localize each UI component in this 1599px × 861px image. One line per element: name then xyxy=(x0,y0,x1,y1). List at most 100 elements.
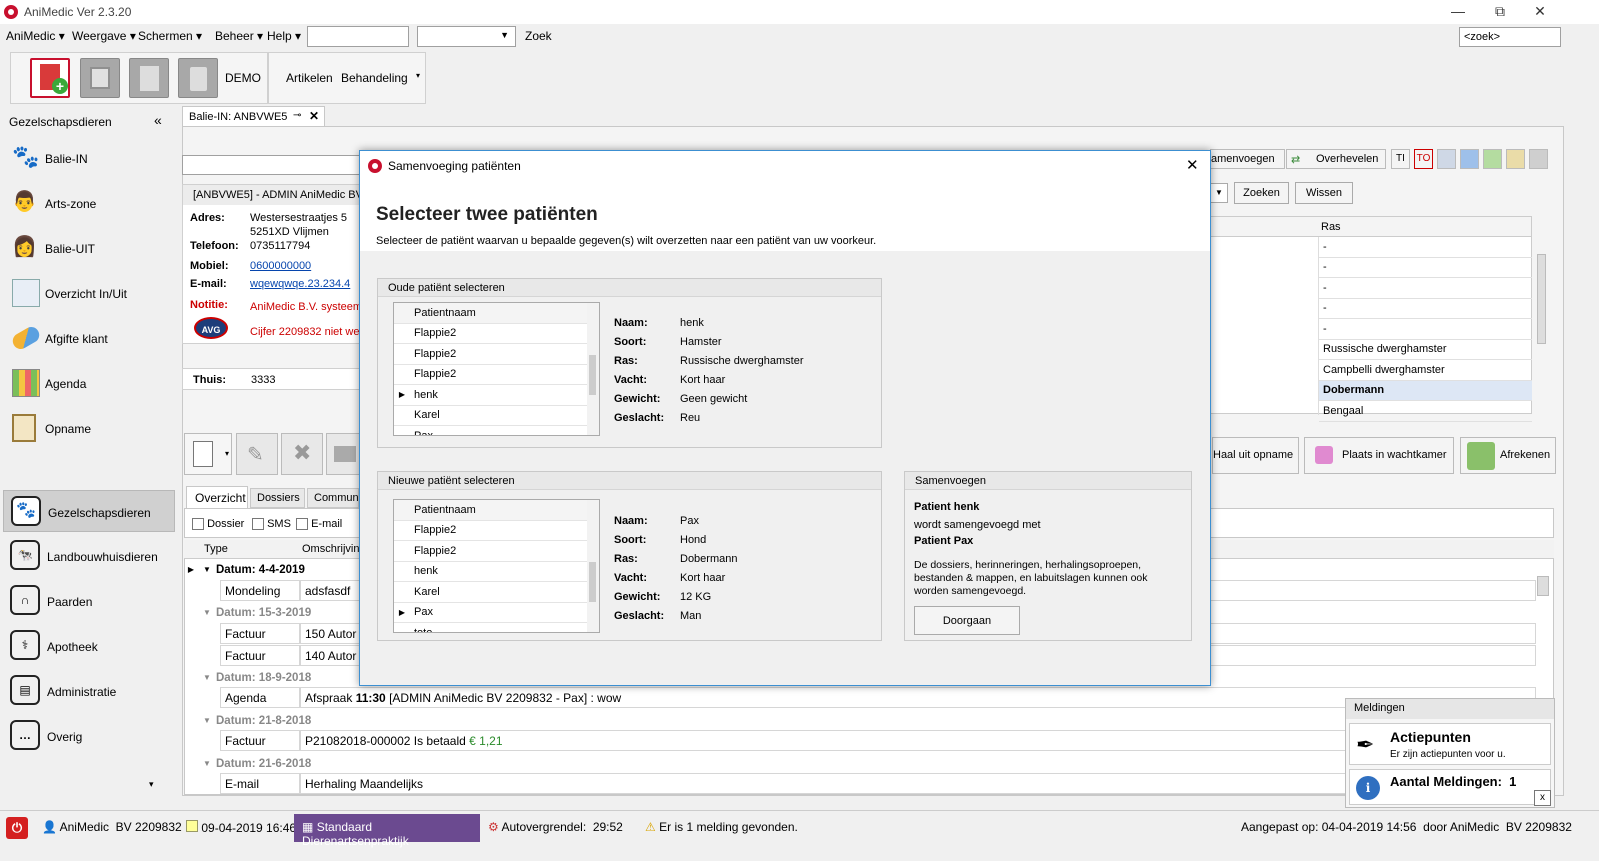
sidebar-group-administratie[interactable]: ▤ Administratie xyxy=(3,671,175,711)
patient-list-row[interactable]: - xyxy=(1319,319,1532,340)
zoeken-button[interactable]: Zoeken xyxy=(1234,182,1289,204)
old-grid-scrollbar[interactable] xyxy=(587,303,599,435)
patient-list-row[interactable]: - xyxy=(1319,299,1532,319)
close-notification-button[interactable]: x xyxy=(1534,790,1551,806)
ti-button[interactable]: TI xyxy=(1391,149,1410,169)
patient-list-row[interactable]: - xyxy=(1319,258,1532,278)
new-document-button[interactable]: + xyxy=(30,58,70,98)
patient-grid-row[interactable]: Flappie2 xyxy=(394,365,599,385)
history-type-cell[interactable]: Factuur xyxy=(220,623,300,644)
new-entry-button[interactable]: ▾ xyxy=(184,433,232,475)
sidebar-group-overig[interactable]: … Overig xyxy=(3,716,175,756)
wachtkamer-button[interactable]: Plaats in wachtkamer xyxy=(1304,437,1454,474)
history-group-row[interactable]: ▼ Datum: 21-6-2018 xyxy=(198,753,1536,774)
history-type-cell[interactable]: Mondeling xyxy=(220,580,300,601)
tab-communicatie[interactable]: Communi xyxy=(307,488,359,508)
delete-button[interactable] xyxy=(178,58,218,98)
patient-list-row[interactable]: - xyxy=(1319,237,1532,258)
zoek-label[interactable]: Zoek xyxy=(525,29,552,43)
add-icon[interactable] xyxy=(1483,149,1502,169)
menu-beheer[interactable]: Beheer ▾ xyxy=(215,29,263,43)
actiepunten-card[interactable]: ✒ Actiepunten Er zijn actiepunten voor u… xyxy=(1349,723,1551,765)
history-type-cell[interactable]: E-mail xyxy=(220,773,300,794)
history-type-cell[interactable]: Agenda xyxy=(220,687,300,708)
trash-small-icon[interactable] xyxy=(1529,149,1548,169)
doorgaan-button[interactable]: Doorgaan xyxy=(914,606,1020,635)
patient-grid-row[interactable]: Karel xyxy=(394,582,599,603)
history-type-cell[interactable]: Factuur xyxy=(220,730,300,751)
new-grid-scrollbar[interactable] xyxy=(587,500,599,632)
power-icon[interactable]: ⏻ xyxy=(6,817,28,839)
save-button[interactable] xyxy=(80,58,120,98)
tab-overzicht[interactable]: Overzicht xyxy=(186,486,248,508)
history-scrollbar[interactable] xyxy=(1537,576,1549,596)
close-tab-icon[interactable]: ✕ xyxy=(309,109,319,123)
toolbar-chevron-down-icon[interactable]: ▾ xyxy=(416,71,420,80)
filter-dossier[interactable]: Dossier xyxy=(192,518,244,531)
menu-weergave[interactable]: Weergave ▾ xyxy=(72,29,136,43)
aantal-meldingen-card[interactable]: i Aantal Meldingen: 1 x xyxy=(1349,769,1551,806)
menu-search-input[interactable] xyxy=(307,26,409,47)
global-search-input[interactable]: <zoek> xyxy=(1459,27,1561,47)
sidebar-item-balie-uit[interactable]: 👩 Balie-UIT xyxy=(10,230,175,270)
collapse-sidebar-icon[interactable]: « xyxy=(154,112,162,128)
patient-grid-row[interactable]: ▶ henk xyxy=(394,385,599,406)
sidebar-item-agenda[interactable]: Agenda xyxy=(10,365,175,405)
patient-grid-row[interactable]: toto xyxy=(394,623,599,632)
patient-grid-row[interactable]: Flappie2 xyxy=(394,324,599,344)
patient-list-scrollbar[interactable] xyxy=(1536,238,1548,414)
patient-grid-row[interactable]: Flappie2 xyxy=(394,344,599,365)
patient-grid-row[interactable]: Flappie2 xyxy=(394,541,599,562)
close-window-icon[interactable]: ✕ xyxy=(1520,0,1560,22)
filter-sms[interactable]: SMS xyxy=(252,518,291,531)
wissen-button[interactable]: Wissen xyxy=(1295,182,1353,204)
patient-grid-row[interactable]: Flappie2 xyxy=(394,521,599,541)
mobiel-link[interactable]: 0600000000 xyxy=(250,260,311,272)
patient-list-row[interactable]: Campbelli dwerghamster xyxy=(1319,360,1532,381)
sidebar-item-opname[interactable]: Opname xyxy=(10,410,175,450)
notes-button[interactable] xyxy=(129,58,169,98)
practice-status[interactable]: ▦ Standaard Dierenartsenpraktijk xyxy=(294,814,480,848)
edit-button[interactable]: ✎ xyxy=(236,433,278,475)
sidebar-item-overzicht[interactable]: Overzicht In/Uit xyxy=(10,275,175,315)
menu-animedic[interactable]: AniMedic ▾ xyxy=(6,29,65,43)
minimize-icon[interactable]: — xyxy=(1438,0,1478,22)
filter-email[interactable]: E-mail xyxy=(296,518,342,531)
samenvoegen-button[interactable]: amenvoegen xyxy=(1210,149,1285,169)
menu-search-dropdown[interactable]: ▼ xyxy=(417,26,516,47)
menu-schermen[interactable]: Schermen ▾ xyxy=(138,29,202,43)
tab-dossiers[interactable]: Dossiers xyxy=(250,488,305,508)
sidebar-group-landbouwhuisdieren[interactable]: 🐄 Landbouwhuisdieren xyxy=(3,536,175,576)
patient-list-row[interactable]: Russische dwerghamster xyxy=(1319,340,1532,360)
artikelen-button[interactable]: Artikelen xyxy=(286,71,333,85)
restore-icon[interactable]: ⧉ xyxy=(1480,0,1520,22)
menu-help[interactable]: Help ▾ xyxy=(267,29,301,43)
tab-balie-in[interactable]: Balie-IN: ANBVWE5 ⊸ ✕ xyxy=(182,106,325,127)
patient-grid-row[interactable]: henk xyxy=(394,562,599,582)
sidebar-item-balie-in[interactable]: 🐾 Balie-IN xyxy=(10,140,175,180)
history-group-row[interactable]: ▼ Datum: 21-8-2018 xyxy=(198,710,1536,731)
haal-uit-opname-button[interactable]: Haal uit opname xyxy=(1212,437,1299,474)
edit-small-icon[interactable] xyxy=(1506,149,1525,169)
patient-grid-row[interactable]: Karel xyxy=(394,406,599,426)
client-search-input[interactable] xyxy=(182,155,362,175)
patient-grid-row[interactable]: Pax xyxy=(394,426,599,435)
melding-status[interactable]: ⚠ Er is 1 melding gevonden. xyxy=(645,820,798,834)
behandeling-button[interactable]: Behandeling xyxy=(341,71,408,85)
patient-list-row[interactable]: Dobermann xyxy=(1319,380,1532,401)
pin-icon[interactable]: ⊸ xyxy=(293,110,301,121)
sidebar-more-chevron-icon[interactable]: ▾ xyxy=(149,779,154,790)
overhevelen-button[interactable]: ⇄ Overhevelen xyxy=(1286,149,1386,169)
demo-button[interactable]: DEMO xyxy=(225,71,261,85)
print-button[interactable] xyxy=(326,433,362,475)
dialog-close-icon[interactable]: ✕ xyxy=(1186,156,1199,174)
sidebar-group-apotheek[interactable]: ⚕ Apotheek xyxy=(3,626,175,666)
sidebar-group-paarden[interactable]: ∩ Paarden xyxy=(3,581,175,621)
afrekenen-button[interactable]: Afrekenen xyxy=(1460,437,1556,474)
sidebar-group-gezelschapsdieren[interactable]: 🐾 Gezelschapsdieren xyxy=(3,490,175,532)
print-small-icon[interactable] xyxy=(1437,149,1456,169)
patient-grid-row[interactable]: ▶ Pax xyxy=(394,603,599,623)
sidebar-item-afgifte[interactable]: Afgifte klant xyxy=(9,320,175,360)
to-button[interactable]: TO xyxy=(1414,149,1433,169)
patient-list-row[interactable]: Bengaal xyxy=(1319,401,1532,422)
